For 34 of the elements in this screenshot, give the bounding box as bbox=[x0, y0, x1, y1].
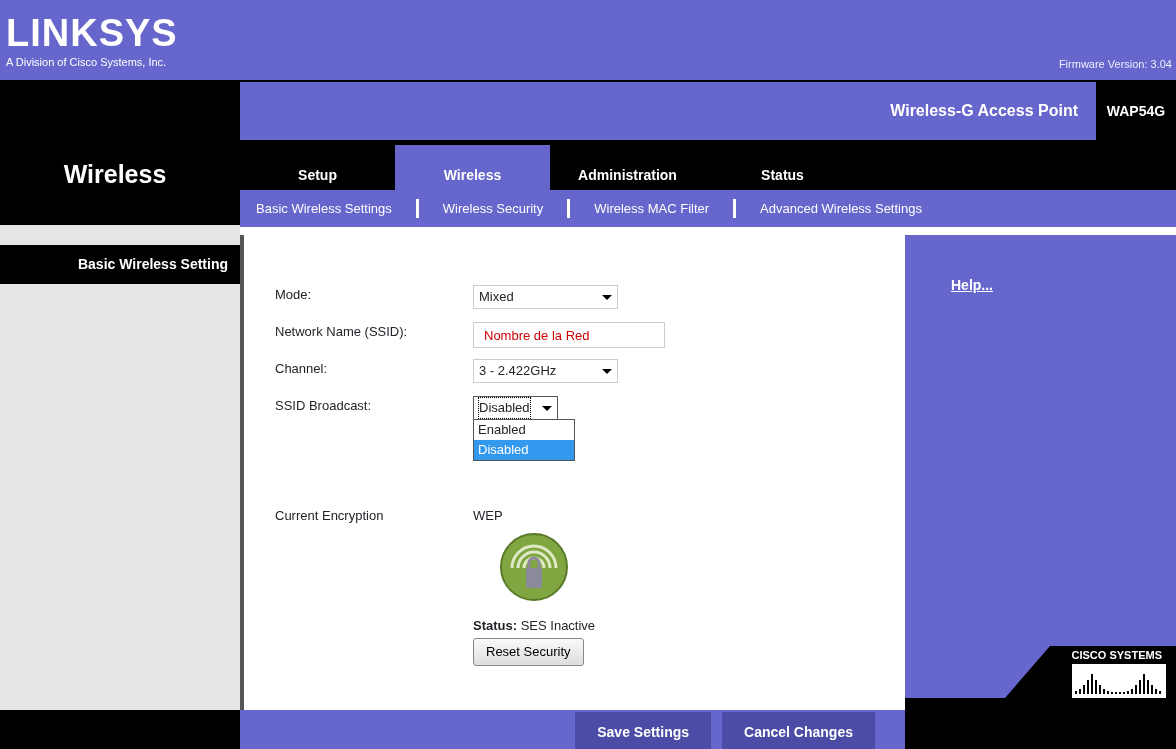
division-text: A Division of Cisco Systems, Inc. bbox=[6, 54, 168, 70]
field-label: SSID Broadcast: bbox=[275, 397, 373, 415]
subnav-link[interactable]: Advanced Wireless Settings bbox=[733, 198, 946, 219]
dropdown[interactable]: Disabled bbox=[473, 396, 558, 420]
section-title: Wireless bbox=[63, 159, 167, 190]
help-link[interactable]: Help... bbox=[951, 277, 993, 293]
footer-button[interactable]: Save Settings bbox=[575, 712, 712, 749]
dropdown-option[interactable]: Enabled bbox=[474, 420, 574, 440]
text-field[interactable]: Nombre de la Red bbox=[473, 322, 665, 348]
footer-button[interactable]: Cancel Changes bbox=[722, 712, 875, 749]
product-name: Wireless-G Access Point bbox=[890, 101, 1079, 121]
firmware-version: Firmware Version: 3.04 bbox=[1058, 56, 1173, 72]
dropdown[interactable]: 3 - 2.422GHz bbox=[473, 359, 618, 383]
sidebar-heading: Basic Wireless Setting bbox=[0, 245, 240, 284]
caret-icon bbox=[602, 294, 612, 300]
field-value: WEP bbox=[473, 507, 504, 525]
caret-icon bbox=[541, 405, 552, 411]
field-label: Network Name (SSID): bbox=[275, 323, 409, 341]
dropdown[interactable]: Mixed bbox=[473, 285, 618, 309]
subnav-link[interactable]: Basic Wireless Settings bbox=[248, 198, 416, 219]
brand-name: CISCO SYSTEMS bbox=[1071, 647, 1162, 663]
model-name: WAP54G bbox=[1096, 82, 1176, 140]
wireless-lock-icon bbox=[499, 531, 569, 602]
field-label: Mode: bbox=[275, 286, 313, 304]
subnav-link[interactable]: Wireless MAC Filter bbox=[567, 198, 734, 219]
subnav-link[interactable]: Wireless Security bbox=[415, 198, 568, 219]
reset-security-button[interactable]: Reset Security bbox=[473, 638, 584, 666]
status-text: Status: SES Inactive bbox=[473, 617, 596, 633]
cisco-logo-icon bbox=[1072, 664, 1166, 698]
caret-icon bbox=[602, 368, 612, 374]
nav-tab[interactable]: Wireless bbox=[395, 145, 550, 190]
field-label: Current Encryption bbox=[275, 507, 385, 525]
logo: LINKSYS bbox=[6, 13, 178, 52]
field-label: Channel: bbox=[275, 360, 329, 378]
